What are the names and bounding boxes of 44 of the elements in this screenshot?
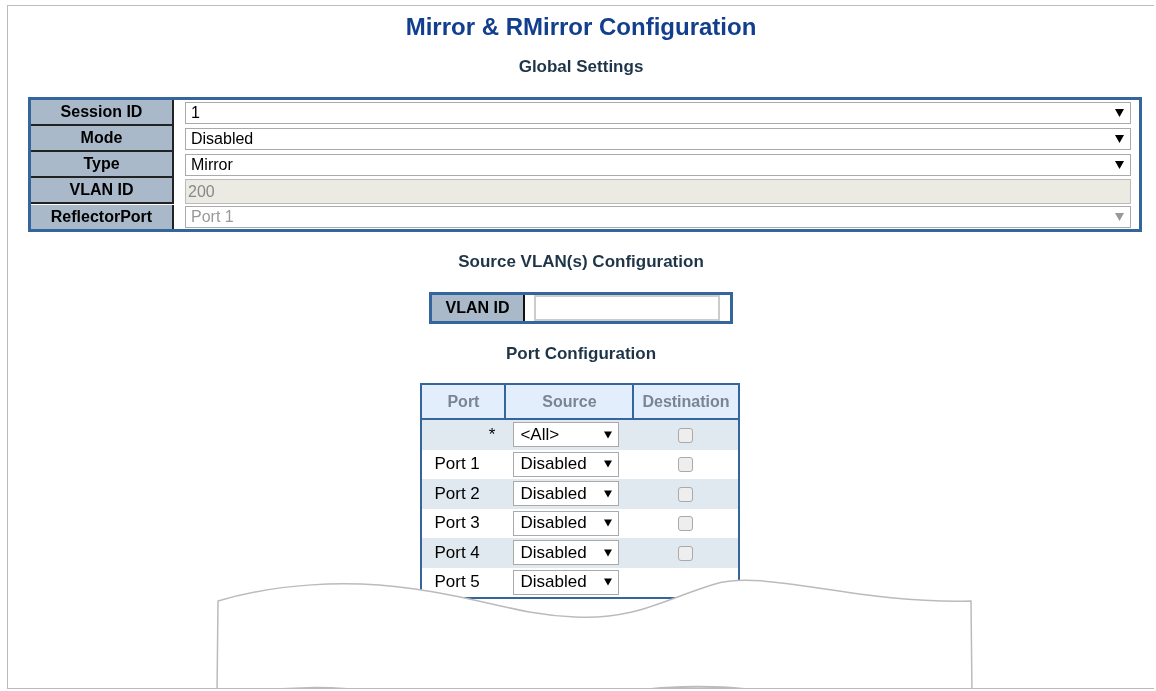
caret-icon: [604, 460, 613, 469]
checkbox[interactable]: [678, 516, 693, 532]
caret-icon: [1115, 213, 1124, 221]
port-name: Port 3: [434, 513, 480, 533]
column-header: Destination: [633, 384, 739, 419]
dropdown[interactable]: 1: [185, 102, 1131, 124]
checkbox[interactable]: [678, 427, 693, 443]
port-name: Port 2: [434, 483, 480, 503]
caret-icon: [604, 578, 613, 587]
field-label: Type: [31, 152, 174, 178]
field-label: Session ID: [31, 100, 174, 126]
caret-icon: [604, 548, 613, 557]
dropdown[interactable]: Disabled: [185, 128, 1131, 150]
section-heading: Port Configuration: [504, 344, 658, 364]
column-header: Port: [421, 384, 506, 419]
page-title: Mirror & RMirror Configuration: [404, 13, 758, 41]
caret-icon: [604, 519, 613, 528]
field-label: VLAN ID: [31, 178, 174, 204]
dropdown[interactable]: Disabled: [513, 569, 620, 595]
caret-icon: [1115, 161, 1124, 169]
caret-icon: [1115, 109, 1124, 117]
section-heading: Global Settings: [517, 57, 645, 77]
caret-icon: [604, 489, 613, 498]
field-label: ReflectorPort: [31, 205, 174, 229]
dropdown[interactable]: Mirror: [185, 154, 1131, 176]
field-label: VLAN ID: [432, 295, 525, 321]
dropdown[interactable]: Disabled: [513, 510, 620, 536]
checkbox[interactable]: [678, 457, 693, 473]
dropdown[interactable]: Disabled: [513, 481, 620, 507]
port-name: Port 1: [434, 454, 480, 474]
caret-icon: [1115, 135, 1124, 143]
port-name: Port 5: [434, 572, 480, 592]
input-field[interactable]: [534, 295, 720, 321]
checkbox[interactable]: [678, 545, 693, 561]
dropdown[interactable]: <All>: [513, 422, 620, 448]
checkbox[interactable]: [678, 486, 693, 502]
field-label: Mode: [31, 126, 174, 152]
caret-icon: [604, 430, 613, 439]
dropdown[interactable]: Disabled: [513, 540, 620, 566]
port-name: Port 4: [434, 542, 480, 562]
dropdown[interactable]: Disabled: [513, 451, 620, 477]
section-heading: Source VLAN(s) Configuration: [457, 252, 705, 272]
column-header: Source: [505, 384, 634, 419]
port-name: *: [488, 424, 496, 444]
